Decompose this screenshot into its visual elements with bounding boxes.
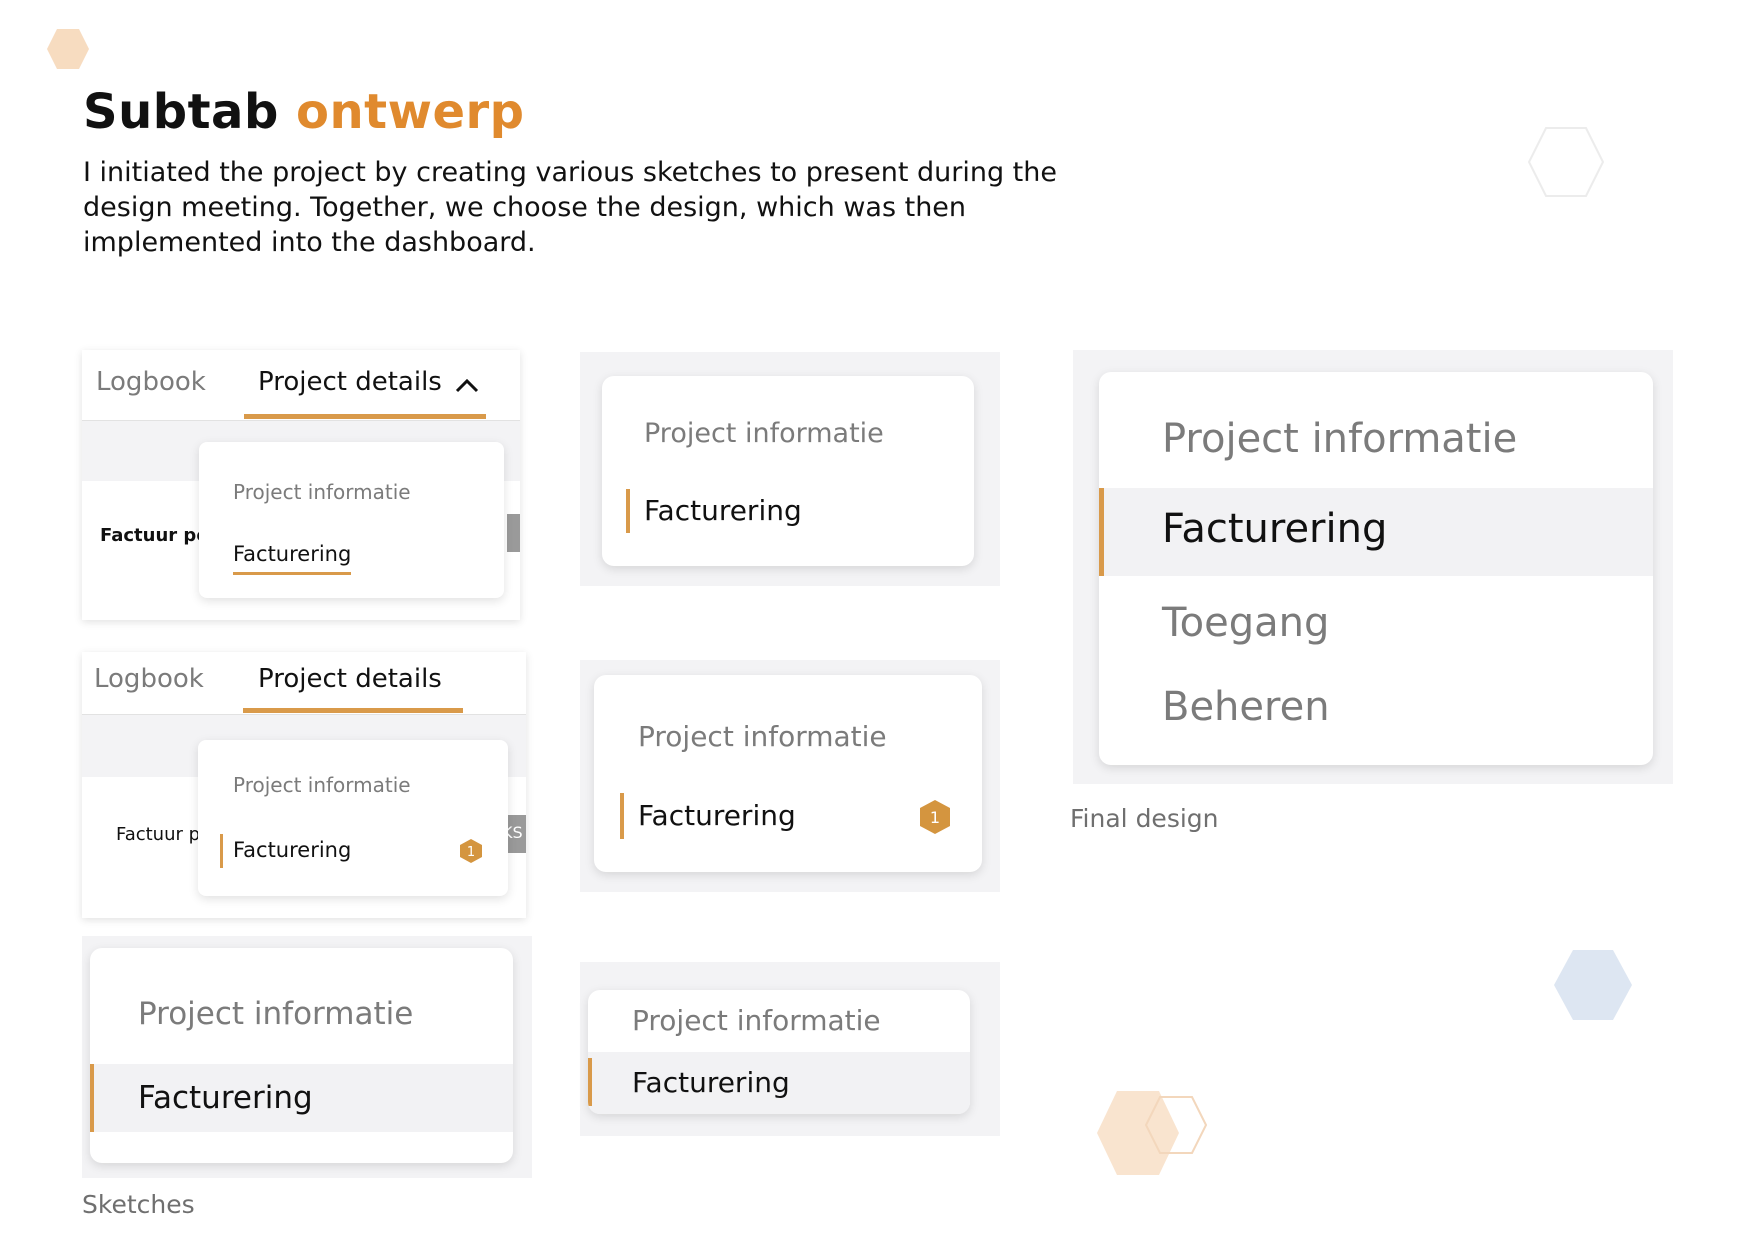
- tab-project-details[interactable]: Project details: [258, 367, 442, 397]
- menu-panel: Project informatie Facturering 1: [594, 675, 982, 872]
- sketch-5: Project informatie Facturering 1: [580, 660, 1000, 892]
- sketch-4: Project informatie Facturering: [580, 352, 1000, 586]
- menu-item-facturering[interactable]: Facturering: [233, 542, 351, 566]
- active-tab-underline: [243, 708, 463, 713]
- menu-item-facturering[interactable]: Facturering: [638, 799, 796, 832]
- title-part-1: Subtab: [83, 84, 279, 140]
- facturering-underline: [233, 572, 351, 575]
- active-indicator: [220, 834, 223, 868]
- tab-logbook[interactable]: Logbook: [96, 367, 206, 397]
- dropdown-menu: Project informatie Facturering 1: [198, 740, 508, 896]
- final-menu-panel: Project informatie Facturering Toegang B…: [1099, 372, 1653, 765]
- menu-item-facturering[interactable]: Facturering: [644, 494, 802, 527]
- final-design-caption: Final design: [1070, 804, 1219, 833]
- factuur-label: Factuur pe: [100, 525, 209, 546]
- active-indicator: [620, 793, 624, 839]
- sketch-6: Project informatie Facturering: [580, 962, 1000, 1136]
- sketch-3: Project informatie Facturering: [82, 936, 532, 1178]
- menu-panel: Project informatie Facturering: [90, 948, 513, 1163]
- notification-badge: 1: [920, 800, 950, 834]
- active-indicator: [588, 1058, 592, 1106]
- sketch-1: Logbook Project details Factuur pe Proje…: [82, 350, 520, 620]
- sketches-caption: Sketches: [82, 1190, 195, 1219]
- final-item-project-informatie[interactable]: Project informatie: [1162, 416, 1517, 462]
- menu-item-facturering[interactable]: Facturering: [138, 1080, 313, 1116]
- hexagon-decoration-top-left: [47, 29, 89, 69]
- factuur-label: Factuur p: [116, 824, 201, 845]
- tab-logbook[interactable]: Logbook: [94, 664, 204, 694]
- active-indicator: [1099, 488, 1104, 576]
- menu-item-project-informatie[interactable]: Project informatie: [632, 1004, 881, 1037]
- menu-item-facturering[interactable]: Facturering: [233, 838, 351, 862]
- final-item-facturering[interactable]: Facturering: [1162, 506, 1387, 552]
- final-design-card: Project informatie Facturering Toegang B…: [1073, 350, 1673, 784]
- dropdown-menu: Project informatie Facturering: [199, 442, 504, 598]
- final-item-toegang[interactable]: Toegang: [1162, 600, 1329, 646]
- menu-item-project-informatie[interactable]: Project informatie: [233, 773, 411, 797]
- sketch-2: Logbook Project details KS Factuur p Pro…: [82, 652, 526, 918]
- menu-item-project-informatie[interactable]: Project informatie: [233, 480, 411, 504]
- notification-badge: 1: [460, 839, 482, 863]
- page-title: Subtab ontwerp: [83, 82, 525, 142]
- active-tab-underline: [244, 414, 486, 419]
- hexagon-blue-decoration: [1554, 950, 1632, 1020]
- badge-count: 1: [467, 845, 475, 860]
- tab-project-details[interactable]: Project details: [258, 664, 442, 694]
- menu-panel: Project informatie Facturering: [588, 990, 970, 1114]
- menu-panel: Project informatie Facturering: [602, 376, 974, 566]
- chevron-up-icon[interactable]: [454, 376, 480, 394]
- menu-item-facturering[interactable]: Facturering: [632, 1066, 790, 1099]
- menu-item-project-informatie[interactable]: Project informatie: [644, 418, 884, 449]
- active-indicator: [626, 489, 630, 533]
- title-part-2: ontwerp: [296, 84, 525, 140]
- hexagon-outline-peach: [1145, 1096, 1207, 1154]
- intro-text: I initiated the project by creating vari…: [83, 157, 1057, 258]
- menu-item-project-informatie[interactable]: Project informatie: [638, 720, 887, 753]
- hexagon-outline-top-right: [1527, 127, 1605, 197]
- active-indicator: [90, 1064, 94, 1132]
- final-item-beheren[interactable]: Beheren: [1162, 684, 1330, 730]
- badge-count: 1: [930, 808, 940, 827]
- menu-item-project-informatie[interactable]: Project informatie: [138, 996, 413, 1032]
